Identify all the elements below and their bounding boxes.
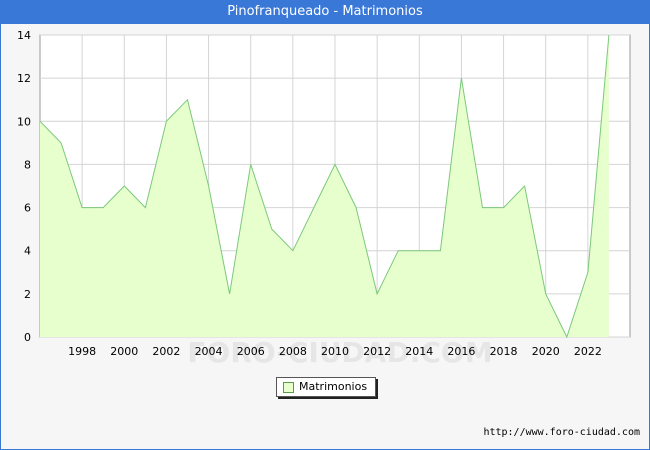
y-tick-label: 12 [17,72,31,85]
x-tick-label: 2014 [405,345,433,358]
legend: Matrimonios [276,377,376,397]
y-tick-label: 8 [24,158,31,171]
x-tick-label: 2000 [110,345,138,358]
x-tick-label: 2010 [321,345,349,358]
x-tick-label: 2004 [195,345,223,358]
y-tick-label: 0 [24,331,31,344]
x-tick-label: 2008 [279,345,307,358]
x-tick-label: 2002 [152,345,180,358]
x-tick-label: 2018 [490,345,518,358]
legend-label: Matrimonios [299,380,368,393]
source-url: http://www.foro-ciudad.com [483,427,640,438]
legend-swatch [283,382,294,393]
y-tick-label: 4 [24,245,31,258]
x-tick-label: 2020 [532,345,560,358]
x-tick-label: 2016 [447,345,475,358]
x-tick-label: 2022 [574,345,602,358]
y-tick-label: 10 [17,115,31,128]
y-tick-label: 2 [24,288,31,301]
x-tick-label: 2012 [363,345,391,358]
x-tick-label: 1998 [68,345,96,358]
x-axis-ticks: 1998 2000 2002 2004 2006 2008 2010 2012 2014 2016… [68,345,602,358]
y-tick-label: 6 [24,202,31,215]
y-tick-label: 14 [17,29,31,42]
x-tick-label: 2006 [237,345,265,358]
y-axis-ticks: 0 2 4 6 8 10 12 14 [17,29,31,344]
